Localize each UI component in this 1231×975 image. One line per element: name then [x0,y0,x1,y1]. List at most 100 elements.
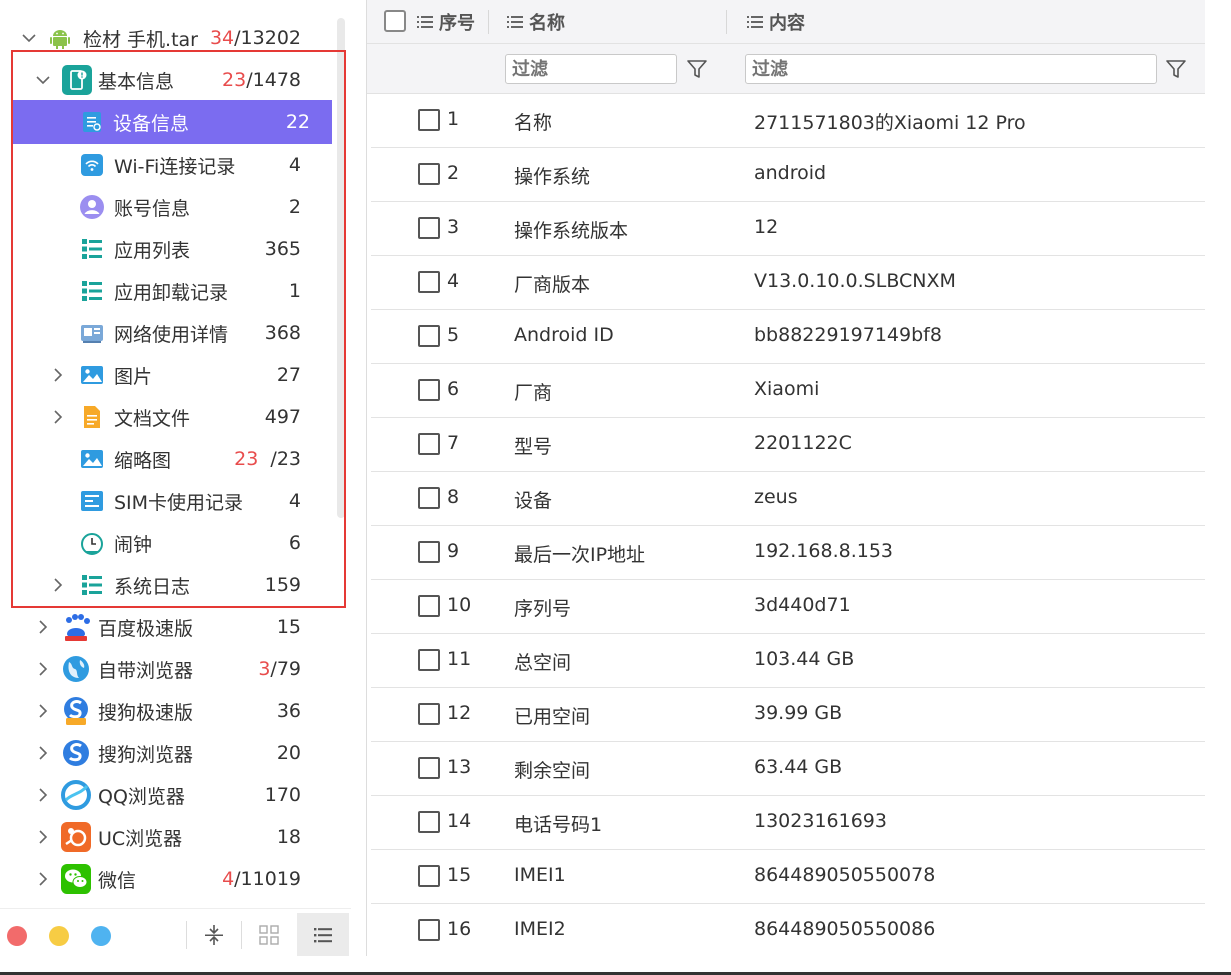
chevron-right-icon[interactable] [36,830,50,844]
row-checkbox[interactable] [418,811,440,833]
row-checkbox[interactable] [418,379,440,401]
tree-item-baidu-lite[interactable]: 百度极速版 15 [0,606,335,648]
row-checkbox[interactable] [418,271,440,293]
tree-item-qq-browser[interactable]: QQ浏览器 170 [0,774,335,816]
tree-item-documents[interactable]: 文档文件 497 [0,396,335,438]
tree-item-builtin-browser[interactable]: 自带浏览器 3/79 [0,648,335,690]
row-value: 39.99 GB [754,702,843,724]
blue-dot-button[interactable] [91,926,111,946]
row-name: 已用空间 [514,706,591,728]
table-row[interactable]: 9 最后一次IP地址 192.168.8.153 [371,526,1206,580]
chevron-right-icon[interactable] [51,410,65,424]
tree-item-pictures[interactable]: 图片 27 [0,354,335,396]
row-value: 864489050550078 [754,864,936,886]
table-row[interactable]: 8 设备 zeus [371,472,1206,526]
row-checkbox[interactable] [418,163,440,185]
tree-item-device-info[interactable]: 设备信息 22 [12,100,332,144]
tree-item-account-info[interactable]: 账号信息 2 [0,186,335,228]
column-header-content[interactable]: 内容 [747,0,805,44]
chevron-right-icon[interactable] [51,578,65,592]
column-divider[interactable] [488,10,489,34]
table-row[interactable]: 16 IMEI2 864489050550086 [371,904,1206,958]
filter-icon[interactable] [1163,56,1189,82]
toolbar-divider [186,921,187,949]
filter-icon[interactable] [684,56,710,82]
tree-item-network-usage[interactable]: 网络使用详情 368 [0,312,335,354]
chevron-right-icon[interactable] [36,746,50,760]
chevron-down-icon[interactable] [22,31,36,45]
table-row[interactable]: 10 序列号 3d440d71 [371,580,1206,634]
red-dot-button[interactable] [7,926,27,946]
toolbar-divider [241,921,242,949]
tree-item-uc-browser[interactable]: UC浏览器 18 [0,816,335,858]
name-filter-input[interactable] [505,54,677,84]
tree-item-label: Wi-Fi连接记录 [114,155,236,178]
row-checkbox[interactable] [418,703,440,725]
row-seq: 8 [447,486,460,508]
tree-item-sim-records[interactable]: SIM卡使用记录 4 [0,480,335,522]
tree-item-wifi-records[interactable]: Wi-Fi连接记录 4 [0,144,335,186]
chevron-right-icon[interactable] [36,704,50,718]
tree-scrollbar[interactable] [337,18,345,518]
yellow-dot-button[interactable] [49,926,69,946]
table-row[interactable]: 12 已用空间 39.99 GB [371,688,1206,742]
table-row[interactable]: 7 型号 2201122C [371,418,1206,472]
content-filter-input[interactable] [745,54,1157,84]
column-menu-icon [507,16,523,28]
table-row[interactable]: 14 电话号码1 13023161693 [371,796,1206,850]
grid-view-icon[interactable] [247,913,291,957]
table-row[interactable]: 15 IMEI1 864489050550078 [371,850,1206,904]
chevron-right-icon[interactable] [36,872,50,886]
table-row[interactable]: 13 剩余空间 63.44 GB [371,742,1206,796]
chevron-right-icon[interactable] [36,662,50,676]
row-checkbox[interactable] [418,109,440,131]
table-row[interactable]: 2 操作系统 android [371,148,1206,202]
column-header-name[interactable]: 名称 [507,0,565,44]
tree-item-system-log[interactable]: 系统日志 159 [0,564,335,606]
row-value: 3d440d71 [754,594,851,616]
row-checkbox[interactable] [418,541,440,563]
tree-item-app-uninstall[interactable]: 应用卸载记录 1 [0,270,335,312]
tree-item-label: 微信 [98,869,137,892]
tree-item-label: 应用卸载记录 [114,281,229,304]
row-checkbox[interactable] [418,433,440,455]
tree-item-sogou-browser[interactable]: 搜狗浏览器 20 [0,732,335,774]
chevron-down-icon[interactable] [36,73,50,87]
table-row[interactable]: 11 总空间 103.44 GB [371,634,1206,688]
row-seq: 9 [447,540,460,562]
row-checkbox[interactable] [418,865,440,887]
chevron-right-icon[interactable] [51,368,65,382]
row-checkbox[interactable] [418,919,440,941]
row-checkbox[interactable] [418,487,440,509]
row-checkbox[interactable] [418,325,440,347]
tree-item-alarm[interactable]: 闹钟 6 [0,522,335,564]
select-all-checkbox[interactable] [384,10,406,32]
table-row[interactable]: 5 Android ID bb88229197149bf8 [371,310,1206,364]
tree-item-thumbnails[interactable]: 缩略图 23 /23 [0,438,335,480]
collapse-all-icon[interactable] [192,913,236,957]
row-value: 2711571803的Xiaomi 12 Pro [754,112,1026,134]
basic-info-icon [62,65,92,95]
table-row[interactable]: 1 名称 2711571803的Xiaomi 12 Pro [371,94,1206,148]
row-seq: 14 [447,810,472,832]
tree-item-basic-info[interactable]: 基本信息 23/1478 [0,59,335,101]
table-row[interactable]: 6 厂商 Xiaomi [371,364,1206,418]
row-checkbox[interactable] [418,757,440,779]
column-divider[interactable] [726,10,727,34]
tree-item-wechat[interactable]: 微信 4/11019 [0,858,335,900]
chevron-right-icon[interactable] [36,788,50,802]
row-checkbox[interactable] [418,595,440,617]
row-seq: 11 [447,648,472,670]
table-right-margin [1205,0,1231,956]
column-header-seq[interactable]: 序号 [417,0,475,44]
chevron-right-icon[interactable] [36,620,50,634]
row-seq: 16 [447,918,472,940]
list-view-icon[interactable] [297,913,349,957]
tree-root-evidence[interactable]: 检材 手机.tar 34/13202 [0,17,335,59]
table-row[interactable]: 4 厂商版本 V13.0.10.0.SLBCNXM [371,256,1206,310]
tree-item-app-list[interactable]: 应用列表 365 [0,228,335,270]
table-row[interactable]: 3 操作系统版本 12 [371,202,1206,256]
tree-item-sogou-lite[interactable]: 搜狗极速版 36 [0,690,335,732]
row-checkbox[interactable] [418,217,440,239]
row-checkbox[interactable] [418,649,440,671]
